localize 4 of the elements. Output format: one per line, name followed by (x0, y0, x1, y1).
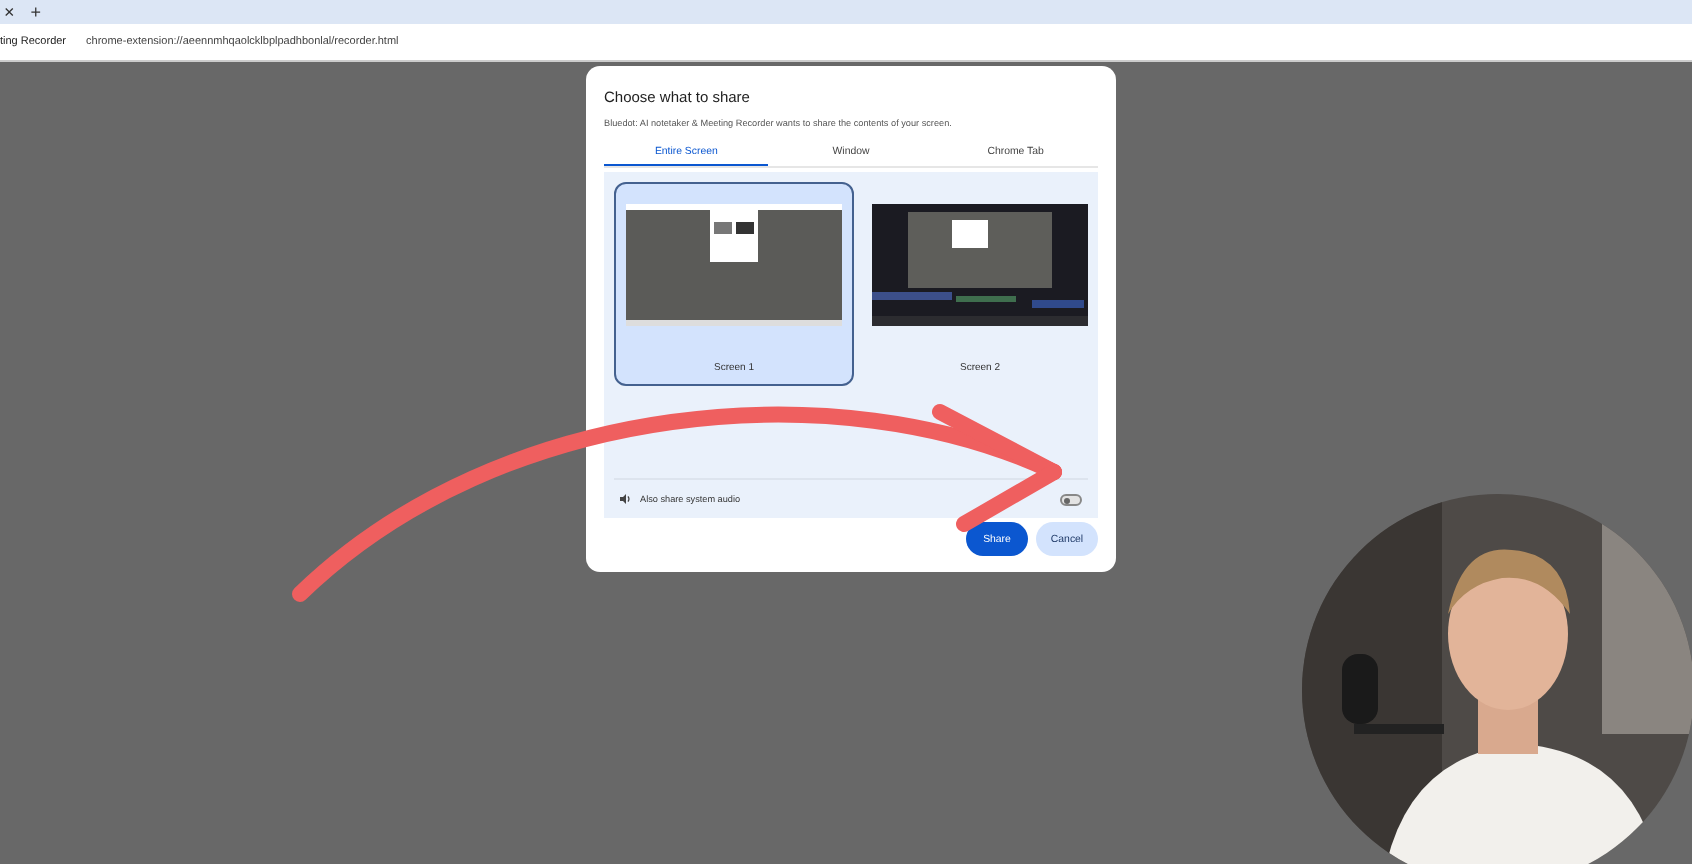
new-tab-icon[interactable]: + (30, 2, 42, 22)
speaker-icon (620, 494, 632, 504)
close-tab-icon[interactable]: × (4, 2, 15, 22)
audio-toggle[interactable] (1060, 493, 1082, 505)
